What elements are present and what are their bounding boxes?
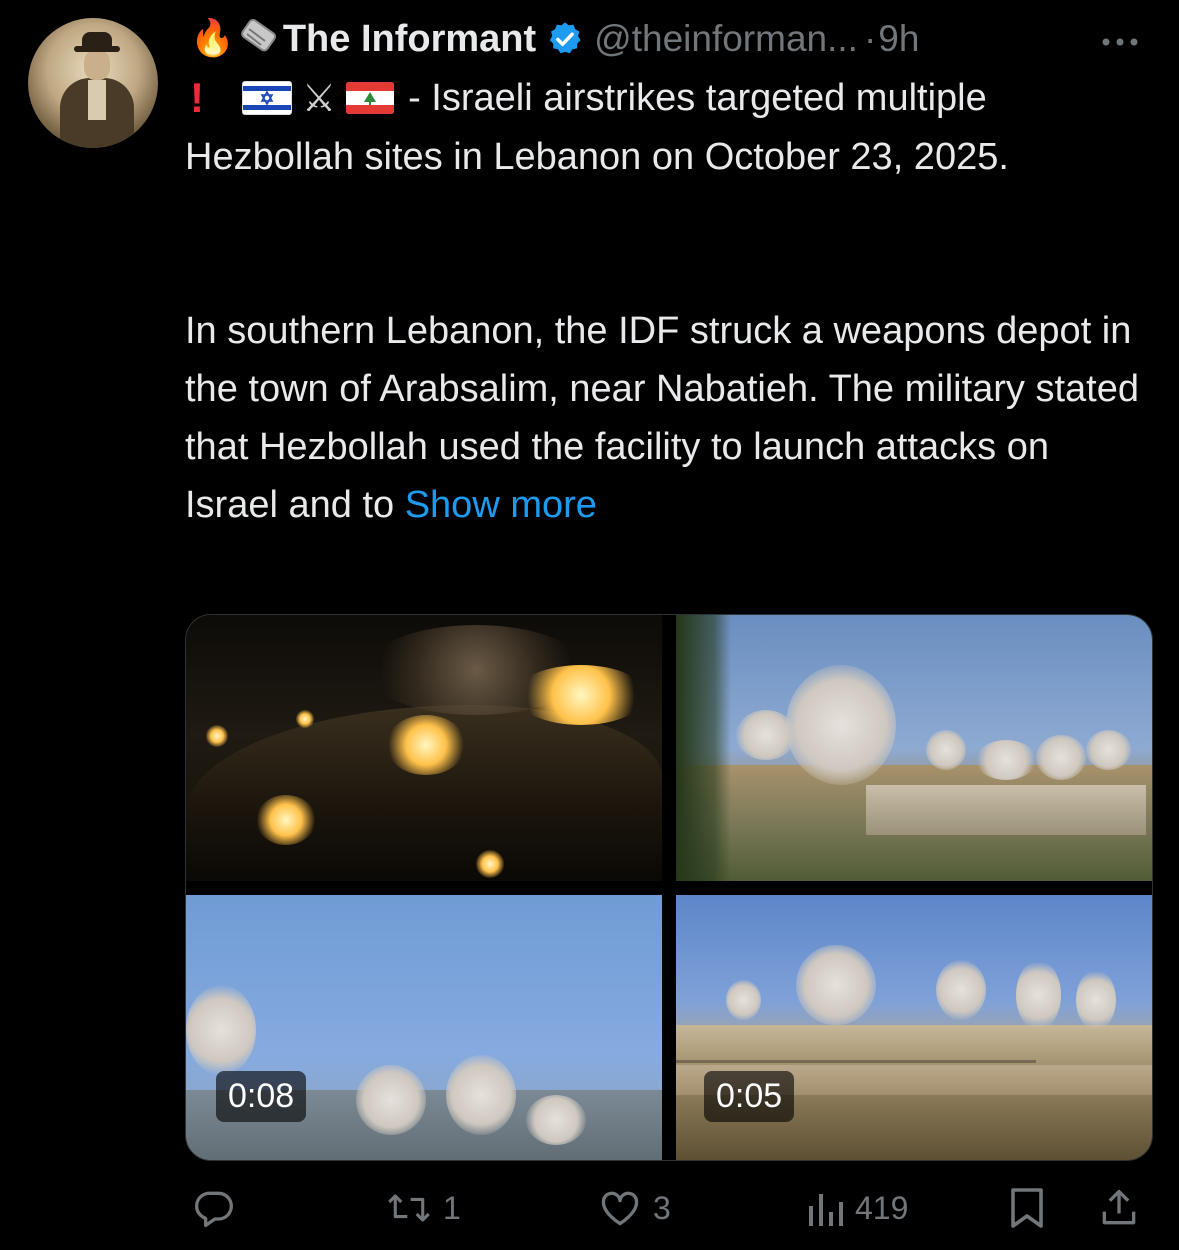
views-button[interactable]: 419	[805, 1186, 908, 1230]
timestamp[interactable]: 9h	[878, 18, 919, 60]
video-duration-badge: 0:05	[704, 1071, 795, 1122]
media-grid: 0:08 0:05	[185, 614, 1153, 1161]
heart-icon	[597, 1186, 643, 1230]
reply-icon	[191, 1186, 235, 1230]
like-count: 3	[653, 1189, 671, 1226]
retweet-icon	[385, 1186, 433, 1230]
author-display-name[interactable]: The Informant	[283, 18, 536, 61]
share-icon	[1097, 1186, 1141, 1230]
share-button[interactable]	[1097, 1186, 1141, 1230]
avatar-figure-face	[84, 50, 110, 80]
tweet-text-paragraph2: In southern Lebanon, the IDF struck a we…	[185, 302, 1150, 534]
media-tile-night-fire[interactable]	[186, 615, 662, 881]
lebanon-flag-icon	[346, 82, 395, 114]
views-bar-chart-icon	[805, 1186, 845, 1230]
more-dots-icon[interactable]	[1100, 22, 1140, 56]
media-tile-smoke-plumes-1[interactable]	[676, 615, 1152, 881]
bookmark-icon	[1007, 1186, 1047, 1230]
show-more-link[interactable]: Show more	[405, 484, 597, 526]
video-duration-badge: 0:08	[216, 1071, 307, 1122]
time-separator: ·	[863, 18, 877, 59]
retweet-button[interactable]: 1	[385, 1186, 461, 1230]
tweet-text-line1: - Israeli airstrikes targeted multiple	[408, 76, 987, 119]
tweet-first-line: ! ⚔ - Israeli airstrikes targeted multip…	[190, 72, 987, 124]
tweet-header: 🔥 The Informant @theinforman... · 9h	[190, 14, 919, 64]
retweet-count: 1	[443, 1189, 461, 1226]
israel-flag-icon	[242, 81, 292, 115]
fire-icon: 🔥	[190, 18, 235, 59]
avatar-hat	[82, 32, 112, 48]
bookmark-button[interactable]	[1007, 1186, 1047, 1230]
like-button[interactable]: 3	[597, 1186, 671, 1230]
verified-badge-icon[interactable]	[546, 20, 584, 58]
reply-button[interactable]	[191, 1186, 245, 1230]
avatar[interactable]	[28, 18, 158, 148]
avatar-figure-shirt	[88, 80, 106, 120]
tweet[interactable]: 🔥 The Informant @theinforman... · 9h ! ⚔…	[0, 0, 1179, 1250]
red-exclamation-icon: !	[190, 74, 204, 121]
newspaper-roll-icon	[239, 17, 277, 62]
tweet-text-paragraph2-body: In southern Lebanon, the IDF struck a we…	[185, 310, 1140, 526]
tweet-text-paragraph1: Hezbollah sites in Lebanon on October 23…	[185, 136, 1009, 178]
crossed-swords-icon: ⚔	[302, 76, 337, 120]
views-count: 419	[855, 1189, 909, 1226]
author-handle[interactable]: @theinforman...	[594, 18, 858, 60]
tweet-action-bar: 1 3 419	[185, 1180, 1145, 1240]
